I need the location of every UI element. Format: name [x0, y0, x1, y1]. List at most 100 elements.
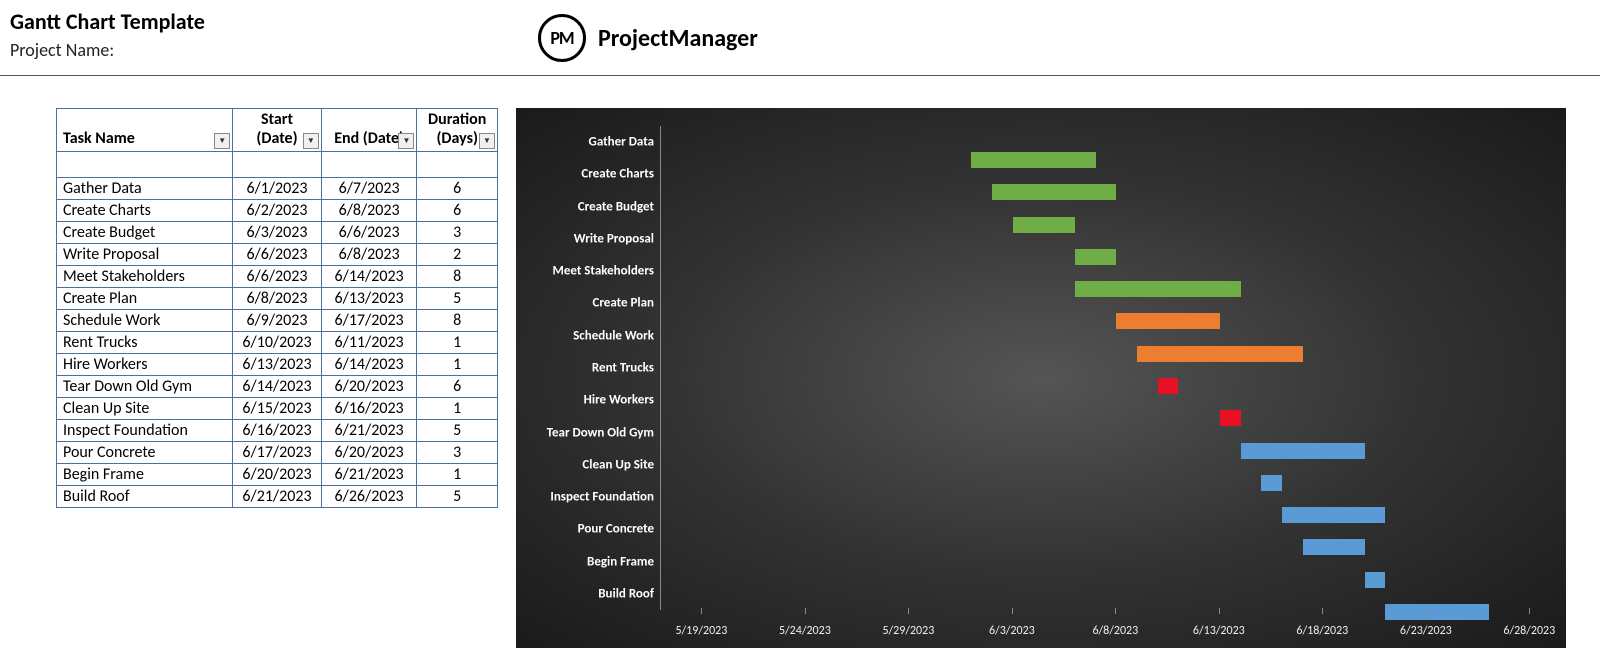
table-cell[interactable]: 8	[417, 266, 498, 288]
brand-icon: PM	[538, 14, 586, 62]
table-cell[interactable]: Create Budget	[57, 222, 233, 244]
gantt-bar	[971, 152, 1095, 168]
table-row[interactable]: Meet Stakeholders6/6/20236/14/20238	[57, 266, 498, 288]
table-cell[interactable]: 6/1/2023	[233, 178, 322, 200]
filter-icon[interactable]: ▼	[398, 133, 414, 149]
table-cell[interactable]: 6	[417, 376, 498, 398]
table-cell[interactable]: 6	[417, 200, 498, 222]
table-cell[interactable]: 3	[417, 222, 498, 244]
table-cell[interactable]: 6/20/2023	[233, 464, 322, 486]
table-cell[interactable]: Rent Trucks	[57, 332, 233, 354]
table-cell[interactable]: 6/17/2023	[321, 310, 417, 332]
filter-icon[interactable]: ▼	[303, 133, 319, 149]
table-row[interactable]: Inspect Foundation6/16/20236/21/20235	[57, 420, 498, 442]
table-cell[interactable]: 3	[417, 442, 498, 464]
table-row[interactable]: Write Proposal6/6/20236/8/20232	[57, 244, 498, 266]
table-cell[interactable]: 6/8/2023	[233, 288, 322, 310]
table-cell[interactable]: Gather Data	[57, 178, 233, 200]
table-cell[interactable]: 6/14/2023	[321, 266, 417, 288]
x-tick-mark	[1219, 608, 1220, 614]
col-header-end[interactable]: End (Date) ▼	[321, 109, 417, 152]
col-header-duration[interactable]: Duration (Days) ▼	[417, 109, 498, 152]
table-row[interactable]: Tear Down Old Gym6/14/20236/20/20236	[57, 376, 498, 398]
gantt-bar	[1241, 443, 1365, 459]
x-tick-mark	[908, 608, 909, 614]
table-cell[interactable]: 6/16/2023	[321, 398, 417, 420]
table-cell[interactable]: 6/6/2023	[233, 266, 322, 288]
table-cell[interactable]: 6/13/2023	[321, 288, 417, 310]
gantt-row-label: Create Charts	[516, 167, 654, 182]
filter-icon[interactable]: ▼	[479, 133, 495, 149]
x-tick-label: 5/19/2023	[675, 624, 727, 638]
table-cell[interactable]: 5	[417, 420, 498, 442]
table-cell[interactable]: Schedule Work	[57, 310, 233, 332]
table-cell[interactable]: 6/3/2023	[233, 222, 322, 244]
gantt-row-label: Rent Trucks	[516, 361, 654, 376]
table-cell[interactable]: Begin Frame	[57, 464, 233, 486]
table-row[interactable]: Create Charts6/2/20236/8/20236	[57, 200, 498, 222]
table-cell[interactable]: Hire Workers	[57, 354, 233, 376]
table-cell[interactable]: Inspect Foundation	[57, 420, 233, 442]
table-cell[interactable]: 6/8/2023	[321, 200, 417, 222]
table-cell[interactable]: 6/20/2023	[321, 442, 417, 464]
table-cell[interactable]: 6/17/2023	[233, 442, 322, 464]
table-cell[interactable]: Tear Down Old Gym	[57, 376, 233, 398]
table-cell[interactable]: Write Proposal	[57, 244, 233, 266]
table-cell[interactable]: 6	[417, 178, 498, 200]
table-cell[interactable]: Build Roof	[57, 486, 233, 508]
table-cell[interactable]: 5	[417, 288, 498, 310]
gantt-row-label: Meet Stakeholders	[516, 264, 654, 279]
table-cell[interactable]: 6/21/2023	[321, 464, 417, 486]
table-cell[interactable]: 6/10/2023	[233, 332, 322, 354]
table-row[interactable]: Build Roof6/21/20236/26/20235	[57, 486, 498, 508]
table-cell[interactable]: 6/9/2023	[233, 310, 322, 332]
table-cell[interactable]: 6/7/2023	[321, 178, 417, 200]
table-row[interactable]: Hire Workers6/13/20236/14/20231	[57, 354, 498, 376]
table-cell[interactable]: Meet Stakeholders	[57, 266, 233, 288]
gantt-bar	[1075, 281, 1241, 297]
table-cell[interactable]: 1	[417, 464, 498, 486]
table-cell[interactable]: 1	[417, 332, 498, 354]
brand-text: ProjectManager	[598, 24, 758, 53]
filter-icon[interactable]: ▼	[214, 133, 230, 149]
table-row[interactable]: Begin Frame6/20/20236/21/20231	[57, 464, 498, 486]
table-cell[interactable]: 6/14/2023	[321, 354, 417, 376]
table-row[interactable]: Schedule Work6/9/20236/17/20238	[57, 310, 498, 332]
table-cell[interactable]: 6/26/2023	[321, 486, 417, 508]
table-cell[interactable]: 5	[417, 486, 498, 508]
table-row[interactable]: Clean Up Site6/15/20236/16/20231	[57, 398, 498, 420]
table-row[interactable]: Gather Data6/1/20236/7/20236	[57, 178, 498, 200]
table-cell[interactable]: 6/21/2023	[233, 486, 322, 508]
table-row[interactable]: Create Budget6/3/20236/6/20233	[57, 222, 498, 244]
table-cell[interactable]: 1	[417, 354, 498, 376]
table-row[interactable]: Rent Trucks6/10/20236/11/20231	[57, 332, 498, 354]
table-cell[interactable]: Clean Up Site	[57, 398, 233, 420]
table-cell[interactable]: 6/14/2023	[233, 376, 322, 398]
col-header-task[interactable]: Task Name ▼	[57, 109, 233, 152]
gantt-row-label: Gather Data	[516, 135, 654, 150]
col-header-start[interactable]: Start (Date) ▼	[233, 109, 322, 152]
x-tick-label: 6/18/2023	[1296, 624, 1348, 638]
x-tick-label: 6/3/2023	[989, 624, 1035, 638]
table-cell[interactable]: Pour Concrete	[57, 442, 233, 464]
table-cell[interactable]: 6/11/2023	[321, 332, 417, 354]
table-row[interactable]: Pour Concrete6/17/20236/20/20233	[57, 442, 498, 464]
table-cell[interactable]: 6/6/2023	[233, 244, 322, 266]
table-cell[interactable]: 6/13/2023	[233, 354, 322, 376]
table-cell[interactable]: 6/6/2023	[321, 222, 417, 244]
table-cell[interactable]: 6/16/2023	[233, 420, 322, 442]
table-row[interactable]: Create Plan6/8/20236/13/20235	[57, 288, 498, 310]
gantt-row-label: Build Roof	[516, 586, 654, 601]
table-cell[interactable]: 6/2/2023	[233, 200, 322, 222]
table-cell[interactable]: 6/8/2023	[321, 244, 417, 266]
table-cell[interactable]: Create Plan	[57, 288, 233, 310]
table-cell[interactable]: 6/20/2023	[321, 376, 417, 398]
table-cell[interactable]: Create Charts	[57, 200, 233, 222]
table-cell[interactable]: 8	[417, 310, 498, 332]
x-tick-mark	[805, 608, 806, 614]
table-cell[interactable]: 6/21/2023	[321, 420, 417, 442]
table-cell[interactable]: 6/15/2023	[233, 398, 322, 420]
gantt-bar	[1137, 346, 1303, 362]
table-cell[interactable]: 2	[417, 244, 498, 266]
table-cell[interactable]: 1	[417, 398, 498, 420]
